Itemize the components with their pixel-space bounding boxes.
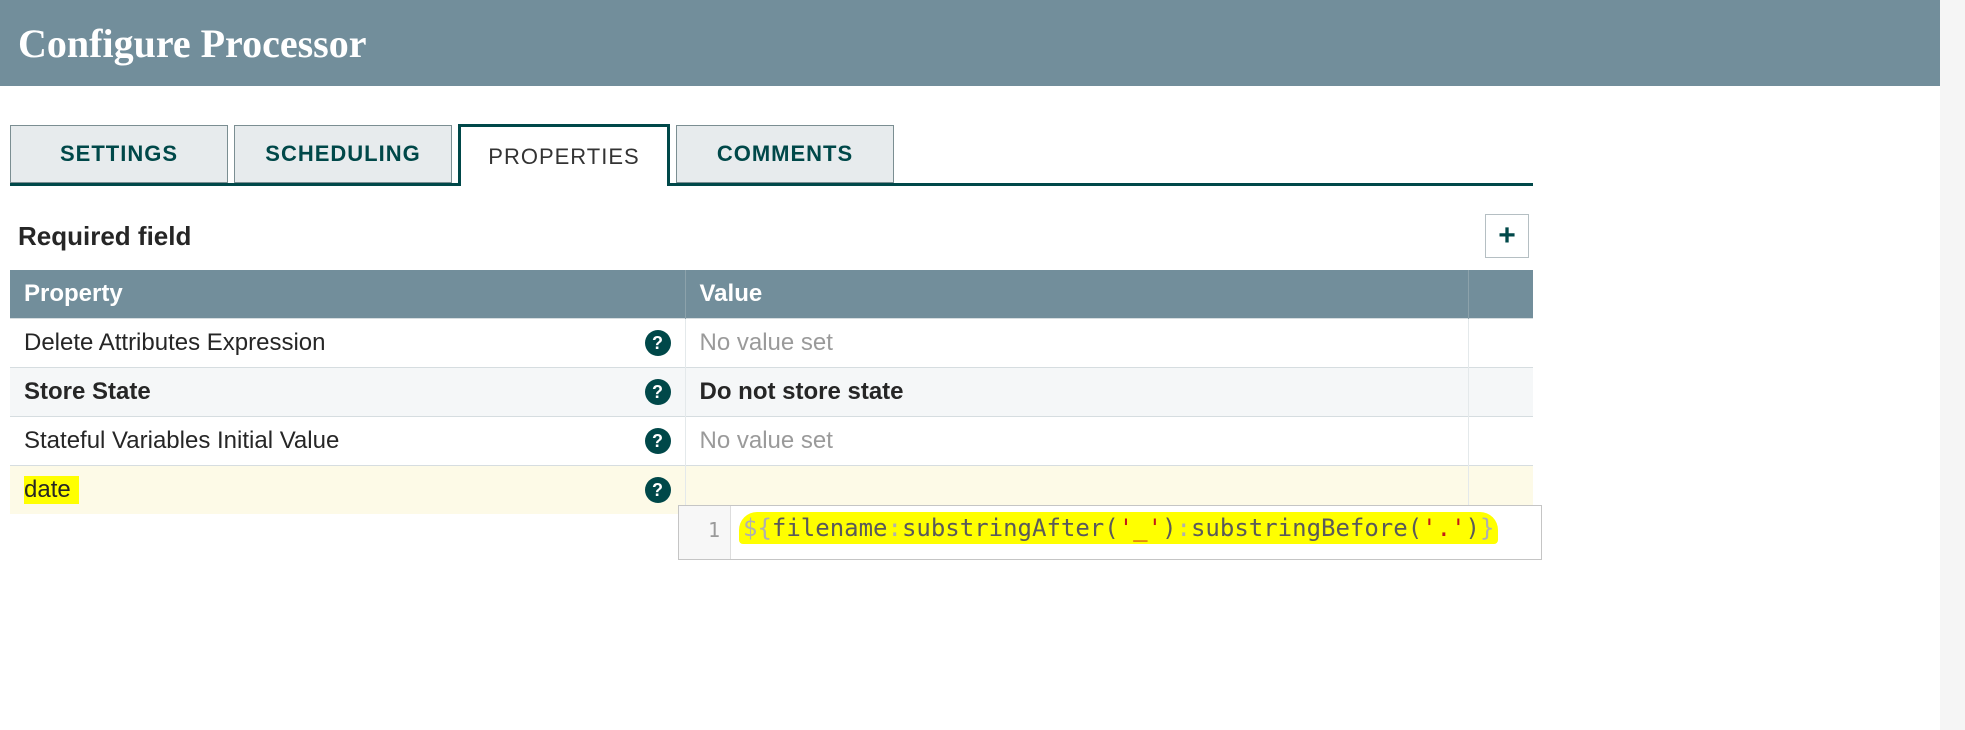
properties-table: Property Value Delete Attributes Express…	[10, 270, 1533, 514]
property-name: Delete Attributes Expression	[24, 329, 326, 357]
expression-editor[interactable]: 1 ${filename:substringAfter('_'):substri…	[678, 505, 1542, 560]
plus-icon: +	[1498, 219, 1516, 253]
col-property: Property	[10, 270, 685, 319]
property-name: Store State	[24, 378, 151, 406]
tab-scheduling[interactable]: SCHEDULING	[234, 125, 452, 183]
tab-properties[interactable]: PROPERTIES	[458, 124, 670, 186]
property-name: Stateful Variables Initial Value	[24, 427, 339, 455]
table-row[interactable]: Delete Attributes Expression ? No value …	[10, 319, 1533, 368]
dialog-header: Configure Processor	[0, 0, 1965, 88]
expression-highlight: ${filename:substringAfter('_'):substring…	[739, 512, 1498, 544]
background-page-sliver	[1940, 0, 1965, 730]
table-header-row: Property Value	[10, 270, 1533, 319]
help-icon[interactable]: ?	[645, 428, 671, 454]
tab-comments[interactable]: COMMENTS	[676, 125, 894, 183]
table-row[interactable]: Stateful Variables Initial Value ? No va…	[10, 417, 1533, 466]
help-icon[interactable]: ?	[645, 379, 671, 405]
col-value: Value	[685, 270, 1468, 319]
dialog-title: Configure Processor	[18, 20, 366, 67]
property-name: date	[24, 476, 79, 504]
table-row[interactable]: Store State ? Do not store state	[10, 368, 1533, 417]
tab-settings[interactable]: SETTINGS	[10, 125, 228, 183]
help-icon[interactable]: ?	[645, 477, 671, 503]
property-value: Do not store state	[700, 378, 904, 405]
tab-bar: SETTINGS SCHEDULING PROPERTIES COMMENTS	[10, 124, 1533, 186]
editor-code[interactable]: ${filename:substringAfter('_'):substring…	[731, 506, 1541, 559]
line-number: 1	[708, 518, 720, 542]
help-icon[interactable]: ?	[645, 330, 671, 356]
col-actions	[1468, 270, 1533, 319]
required-field-label: Required field	[18, 221, 191, 252]
property-value-placeholder: No value set	[700, 329, 833, 356]
properties-panel: Required field + Property Value Delete A…	[10, 186, 1533, 514]
editor-gutter: 1	[679, 506, 731, 559]
panel-toolbar: Required field +	[10, 214, 1533, 270]
dialog-content: SETTINGS SCHEDULING PROPERTIES COMMENTS …	[0, 88, 1543, 514]
property-value-placeholder: No value set	[700, 427, 833, 454]
add-property-button[interactable]: +	[1485, 214, 1529, 258]
